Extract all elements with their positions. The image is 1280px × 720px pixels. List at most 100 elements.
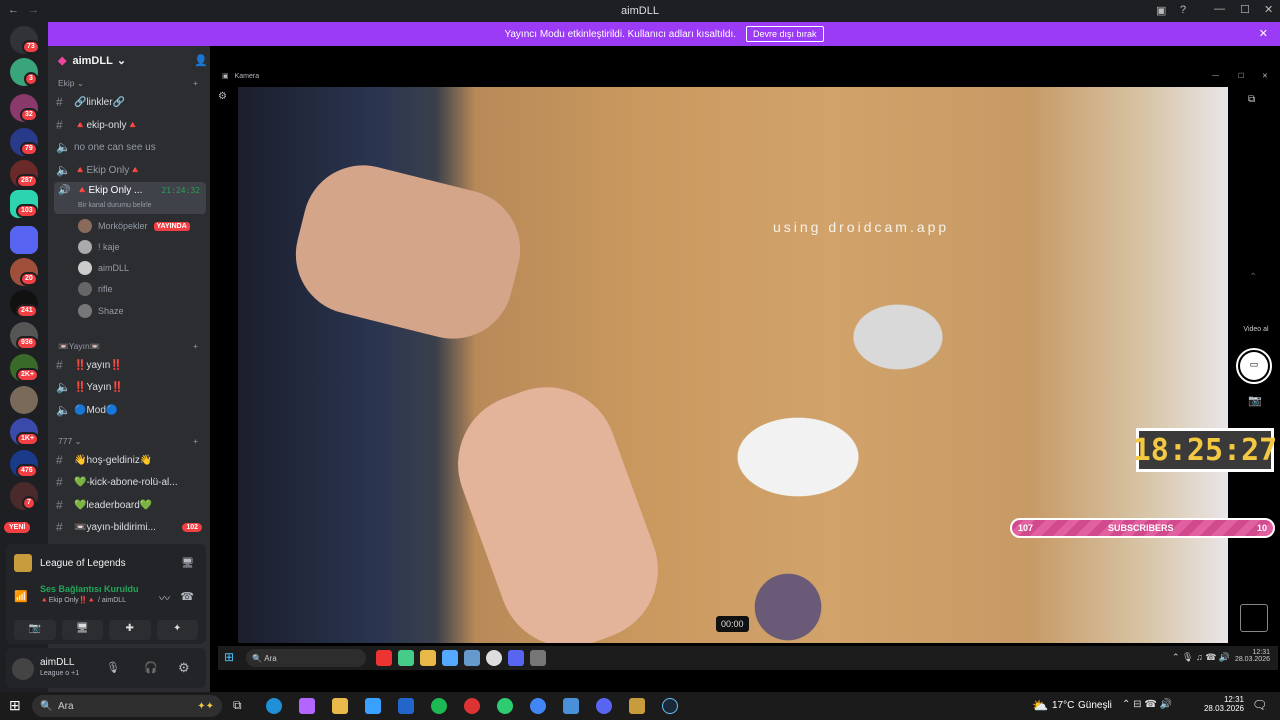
camera-settings-icon[interactable]: ⧉	[1248, 94, 1255, 105]
voice-channel-mod[interactable]: 🔈 🔵Mod🔵	[56, 400, 206, 420]
weather-temp[interactable]: 17°C	[1052, 700, 1074, 711]
category-777[interactable]: 777 ⌄ +	[58, 436, 198, 447]
record-button[interactable]: ▭	[1236, 348, 1272, 384]
notifications-icon[interactable]: 🗨	[1252, 698, 1267, 712]
windows-start-icon: ⊞	[224, 650, 235, 664]
voice-user[interactable]: ! kaje	[78, 238, 203, 256]
headphones-icon[interactable]: 🎧	[144, 661, 158, 674]
voice-channel-path[interactable]: 🔺Ekip Only‼️🔺 / aimDLL	[40, 596, 198, 604]
photo-mode-icon[interactable]: 📷	[1248, 394, 1262, 407]
store-icon[interactable]	[365, 698, 381, 714]
server-icon[interactable]	[10, 386, 38, 414]
settings-gear-icon[interactable]: ⚙	[218, 91, 227, 102]
category-ekip[interactable]: Ekip ⌄ +	[58, 78, 198, 89]
folder-icon[interactable]	[10, 226, 38, 254]
maximize-icon[interactable]: ☐	[1240, 3, 1250, 16]
maximize-icon[interactable]: ☐	[1238, 72, 1244, 80]
mail-icon[interactable]	[398, 698, 414, 714]
tray-icons[interactable]: ⌃ ⊟ ☎ 🔊	[1122, 699, 1172, 710]
minimize-icon[interactable]: —	[1214, 3, 1225, 15]
spotify-icon[interactable]	[431, 698, 447, 714]
league-icon[interactable]	[629, 698, 645, 714]
active-voice-channel[interactable]: 🔊 🔺Ekip Only ... 21:24:32 Bir kanal durumu…	[54, 182, 206, 214]
add-channel-icon[interactable]: +	[193, 78, 198, 88]
app-icon[interactable]	[497, 698, 513, 714]
minimize-icon[interactable]: —	[1212, 72, 1219, 79]
camera-feed: using droidcam.app	[238, 87, 1228, 643]
hash-icon: #	[56, 453, 63, 467]
voice-user[interactable]: rifle	[78, 280, 203, 298]
noise-suppression-icon[interactable]: 〰	[159, 590, 170, 606]
user-status: League o +1	[40, 670, 80, 677]
discord-icon[interactable]	[596, 698, 612, 714]
disable-button[interactable]: Devre dışı bırak	[746, 26, 824, 42]
mention-badge: 102	[182, 522, 202, 532]
inbox-icon[interactable]: ▣	[1156, 4, 1166, 17]
add-channel-icon[interactable]: +	[193, 436, 198, 446]
close-icon[interactable]: ✕	[1264, 3, 1273, 16]
microphone-icon[interactable]: 🎙	[106, 661, 120, 674]
server-badge: 476	[16, 464, 38, 478]
server-header[interactable]: ◆ aimDLL ⌄ 👤	[58, 54, 208, 68]
add-member-icon[interactable]: 👤	[194, 54, 208, 67]
channel-yayin-bildirimi[interactable]: # 📼yayın-bildirimi... 102	[56, 517, 206, 537]
chevron-up-icon[interactable]: ⌃	[1249, 272, 1257, 283]
weather-label[interactable]: Güneşli	[1078, 700, 1112, 711]
steam-icon[interactable]	[662, 698, 678, 714]
server-badge: 3	[24, 72, 38, 86]
voice-channel-no-one[interactable]: 🔈 no one can see us	[56, 137, 206, 157]
close-icon[interactable]: ✕	[1259, 27, 1268, 40]
app-icon[interactable]	[464, 698, 480, 714]
screen-share-icon[interactable]: 🖥	[181, 558, 194, 569]
file-explorer-icon[interactable]	[332, 698, 348, 714]
voice-user[interactable]: aimDLL	[78, 259, 203, 277]
channel-status-hint[interactable]: Bir kanal durumu belirle	[78, 202, 152, 209]
channel-ekip-only[interactable]: # 🔺ekip-only🔺	[56, 115, 206, 135]
help-icon[interactable]: ?	[1180, 4, 1186, 16]
channel-linkler[interactable]: # 🔗linkler🔗	[56, 92, 206, 112]
channel-label: 🔺Ekip Only🔺	[74, 164, 142, 176]
activities-icon[interactable]: ✚	[109, 620, 151, 640]
voice-user[interactable]: Morköpekler YAYINDA	[78, 217, 203, 235]
voice-user[interactable]: Shaze	[78, 302, 203, 320]
take-video-label: Video al	[1243, 326, 1269, 333]
clock-date: 28.03.2026	[1203, 704, 1244, 713]
gallery-thumbnail[interactable]	[1240, 604, 1268, 632]
edge-icon[interactable]	[266, 698, 282, 714]
category-yayin[interactable]: 📼Yayın📼 +	[58, 341, 198, 352]
camera-toggle-icon[interactable]: 📷	[14, 620, 56, 640]
disconnect-icon[interactable]: ☎	[180, 590, 194, 603]
copilot-sparkle-icon: ✦✦	[197, 700, 214, 712]
screen-share-button[interactable]: 🖥	[61, 620, 103, 640]
user-name: ! kaje	[98, 242, 120, 252]
channel-leaderboard[interactable]: # 💚leaderboard💚	[56, 495, 206, 515]
watermark: using droidcam.app	[773, 219, 950, 235]
server-badge: 936	[16, 336, 38, 350]
channel-hos-geldiniz[interactable]: # 👋hoş-geldiniz👋	[56, 450, 206, 470]
copilot-icon[interactable]	[299, 698, 315, 714]
voice-channel-yayin[interactable]: 🔈 ‼️Yayın‼️	[56, 377, 206, 397]
app-icon[interactable]	[563, 698, 579, 714]
voice-channel-ekip-only[interactable]: 🔈 🔺Ekip Only🔺	[56, 160, 206, 180]
new-badge[interactable]: YENİ	[4, 522, 31, 533]
soundboard-icon[interactable]: ✦	[156, 620, 198, 640]
channel-yayin[interactable]: # ‼️yayın‼️	[56, 355, 206, 375]
taskbar-search[interactable]: 🔍 Ara ✦✦	[32, 695, 222, 717]
chevron-down-icon: ⌄	[116, 55, 127, 67]
windows-start-icon[interactable]: ⊞	[9, 697, 21, 714]
speaker-icon: 🔊	[58, 185, 71, 196]
chrome-icon	[398, 650, 414, 666]
settings-gear-icon[interactable]: ⚙	[178, 660, 190, 676]
task-view-icon[interactable]: ⧉	[233, 698, 242, 713]
avatar[interactable]	[12, 658, 34, 680]
chrome-icon[interactable]	[530, 698, 546, 714]
server-badge: 287	[16, 174, 38, 188]
taskbar-clock[interactable]: 12:31 28.03.2026	[1198, 695, 1244, 713]
weather-icon[interactable]: ⛅	[1032, 698, 1048, 714]
add-channel-icon[interactable]: +	[193, 341, 198, 351]
video-camera-icon: ▭	[1240, 352, 1268, 380]
activity-game: League of Legends	[40, 557, 126, 569]
user-name: rifle	[98, 284, 113, 294]
close-icon[interactable]: ✕	[1262, 72, 1268, 80]
channel-kick-abone[interactable]: # 💚-kick-abone-rolü-al...	[56, 472, 206, 492]
